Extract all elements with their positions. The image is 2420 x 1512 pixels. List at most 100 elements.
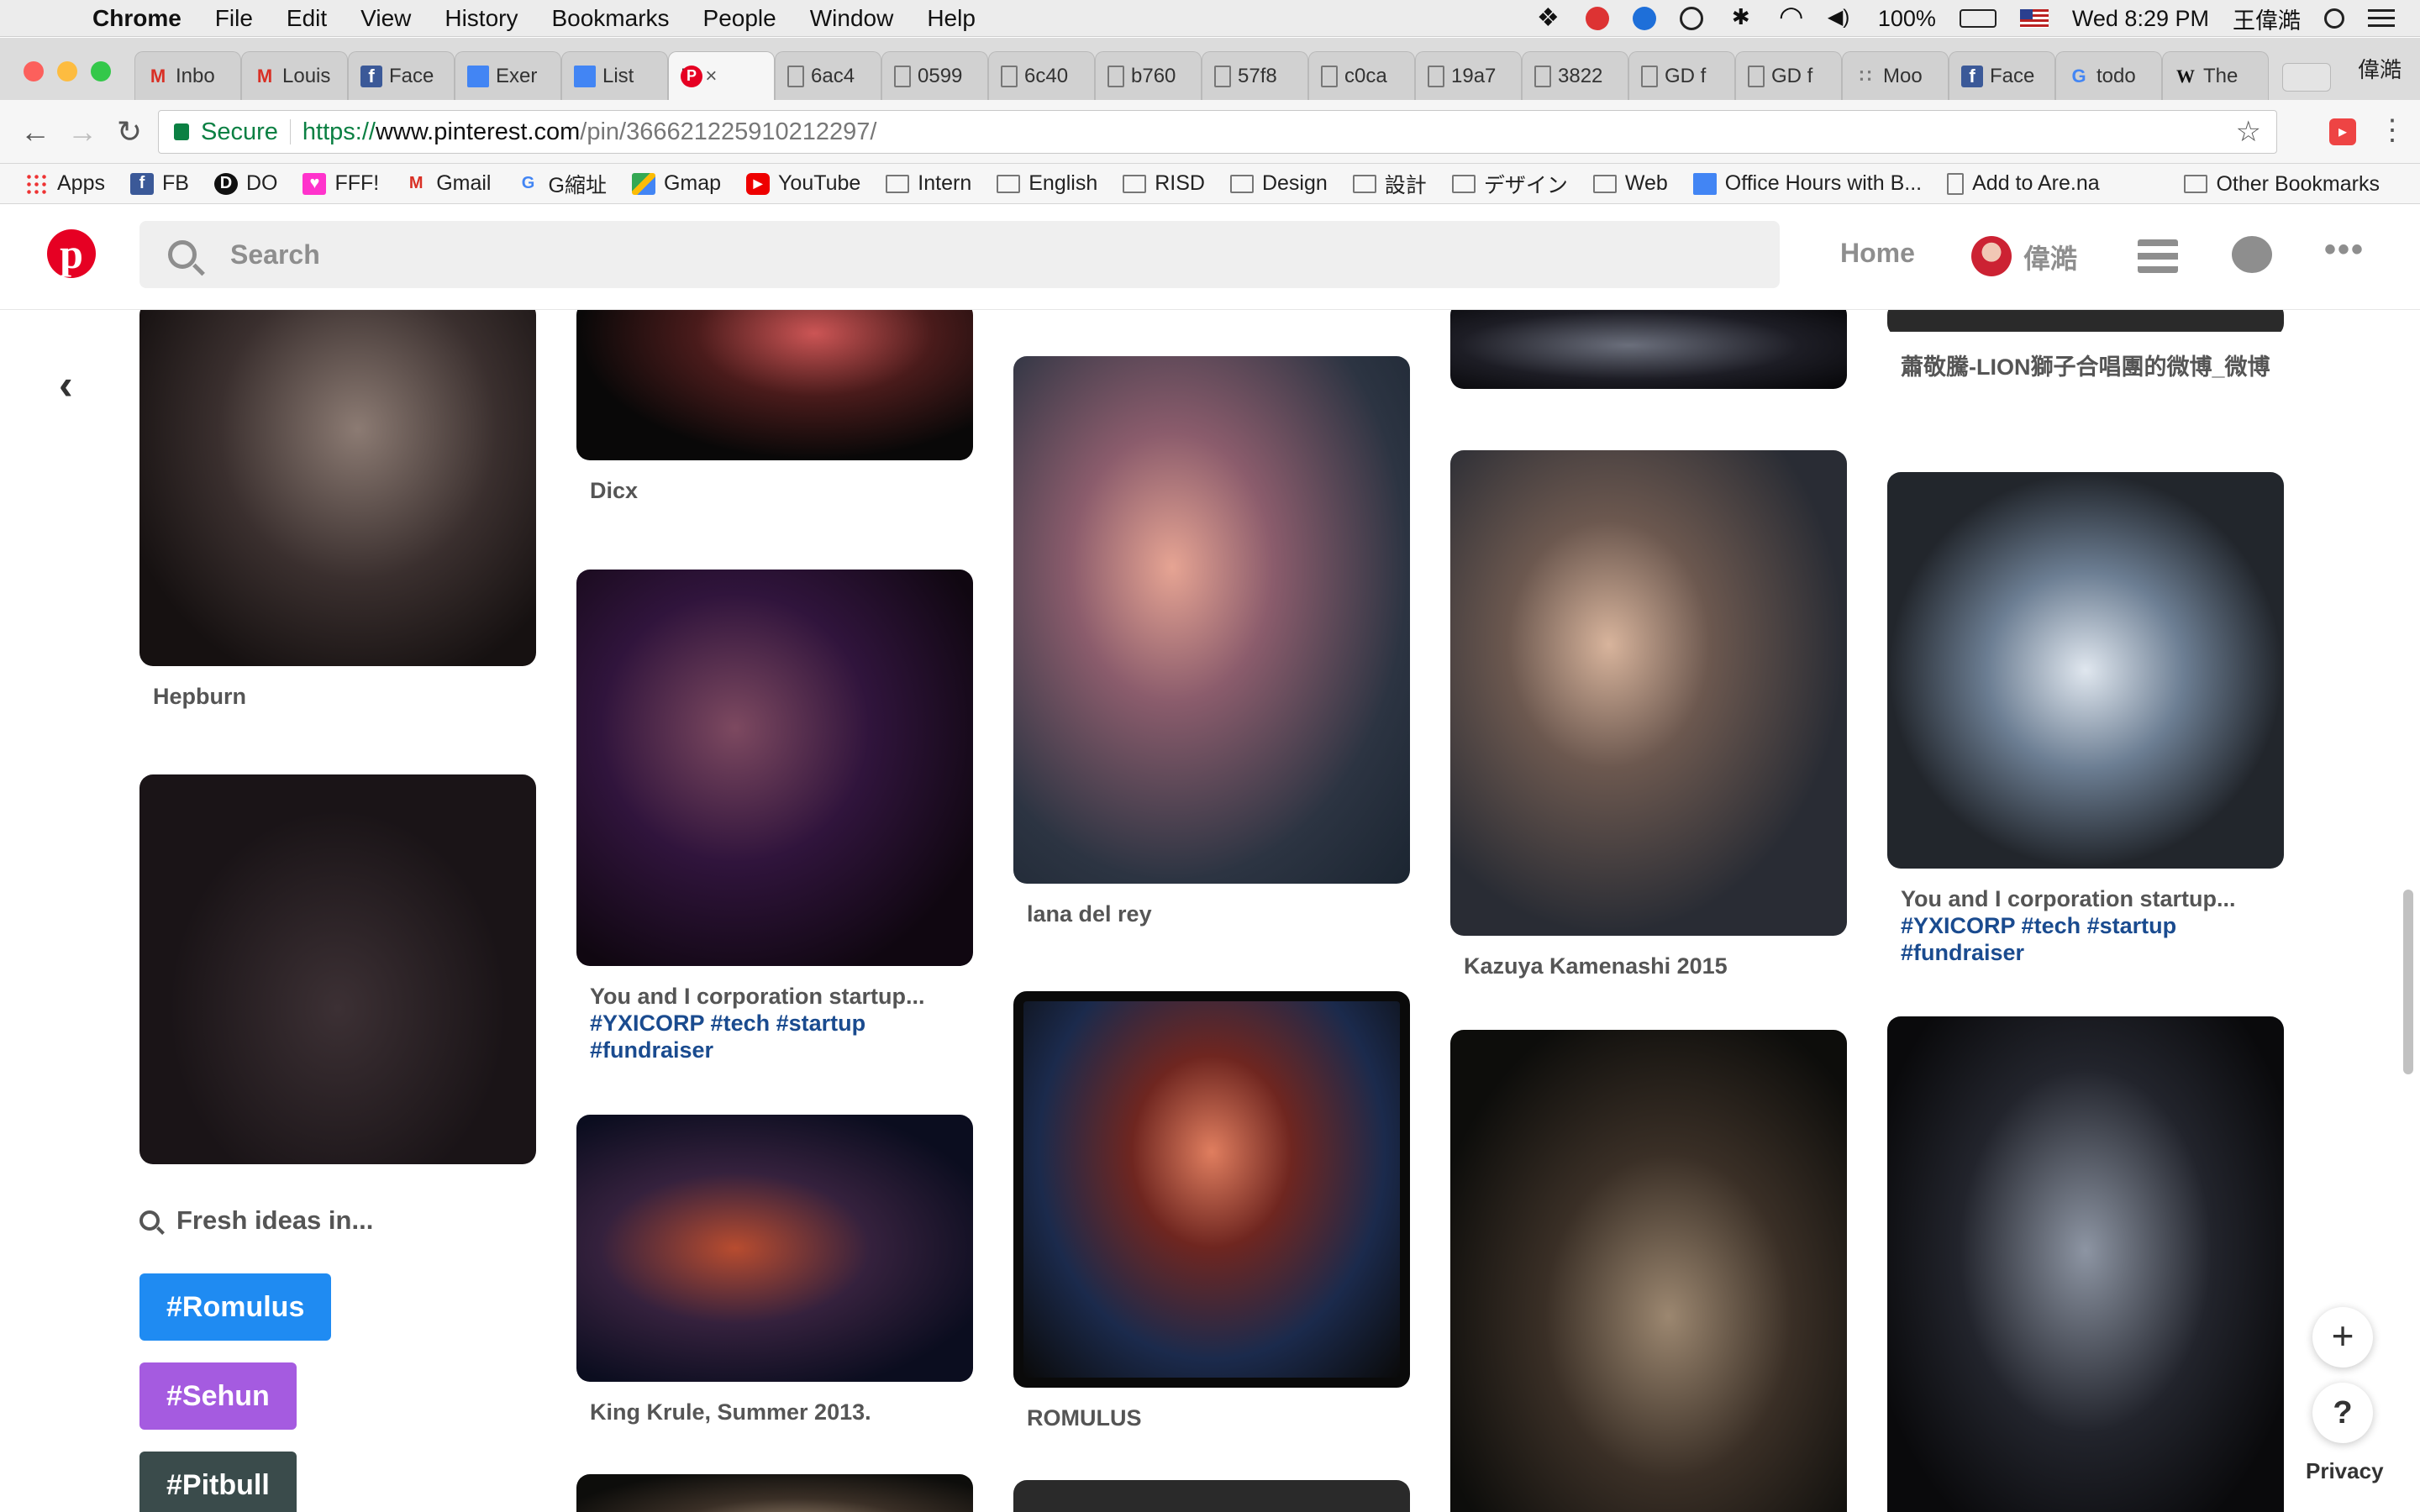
bookmark-item[interactable]: ♥ FFF! bbox=[302, 169, 379, 199]
browser-tab[interactable]: 57f8 bbox=[1202, 51, 1308, 100]
browser-tab[interactable]: Exer bbox=[455, 51, 561, 100]
bookmark-item[interactable]: Office Hours with B... bbox=[1692, 169, 1922, 199]
messages-icon[interactable] bbox=[2232, 236, 2272, 273]
pin-image[interactable] bbox=[139, 310, 536, 666]
time-machine-icon[interactable] bbox=[1679, 7, 1703, 30]
menu-people[interactable]: People bbox=[703, 5, 776, 32]
pin-image[interactable] bbox=[1013, 991, 1410, 1388]
pin-card[interactable] bbox=[1450, 310, 1847, 389]
pin-image[interactable] bbox=[1887, 1016, 2284, 1512]
battery-icon[interactable] bbox=[1959, 9, 1996, 28]
pin-image[interactable] bbox=[1450, 1030, 1847, 1512]
topic-pill-sehun[interactable]: #Sehun bbox=[139, 1362, 297, 1430]
menu-view[interactable]: View bbox=[360, 5, 411, 32]
menu-file[interactable]: File bbox=[215, 5, 253, 32]
reload-icon[interactable]: ↻ bbox=[109, 112, 150, 152]
close-window-button[interactable] bbox=[24, 61, 44, 81]
bookmark-item[interactable]: G G縮址 bbox=[517, 169, 607, 199]
browser-tab[interactable]: b760 bbox=[1095, 51, 1202, 100]
bookmark-item[interactable]: 設計 bbox=[1352, 169, 1427, 199]
menu-user-name[interactable]: 王偉澔 bbox=[2233, 3, 2301, 35]
pin-image[interactable] bbox=[1013, 356, 1410, 884]
spotlight-search-icon[interactable] bbox=[2324, 8, 2344, 29]
bookmark-item[interactable]: デザイン bbox=[1451, 169, 1568, 199]
pin-card[interactable]: ROMULUS bbox=[1013, 991, 1410, 1431]
pin-image[interactable] bbox=[576, 1474, 973, 1512]
pin-image[interactable] bbox=[1887, 472, 2284, 869]
caption-hashtags[interactable]: #YXICORP #tech #startup #fundraiser bbox=[1901, 913, 2176, 965]
add-pin-button[interactable]: + bbox=[2312, 1307, 2373, 1368]
pin-card[interactable]: 蕭敬騰-LION獅子合唱團的微博_微博 bbox=[1887, 310, 2284, 381]
pin-card[interactable]: King Krule, Summer 2013. bbox=[576, 1115, 973, 1425]
avatar[interactable] bbox=[1971, 236, 2012, 276]
pin-image[interactable] bbox=[139, 774, 536, 1164]
bookmark-item[interactable]: M Gmail bbox=[404, 169, 492, 199]
browser-tab[interactable]: 19a7 bbox=[1415, 51, 1522, 100]
wifi-icon[interactable] bbox=[1777, 0, 1804, 34]
bookmark-item[interactable]: ▶ YouTube bbox=[746, 169, 860, 199]
clock-datetime[interactable]: Wed 8:29 PM bbox=[2072, 6, 2209, 32]
browser-tab[interactable]: f Face bbox=[348, 51, 455, 100]
topic-pill-pitbull[interactable]: #Pitbull bbox=[139, 1452, 297, 1512]
forward-arrow-icon[interactable]: → bbox=[62, 112, 103, 152]
bookmark-item[interactable]: Add to Are.na bbox=[1947, 169, 2100, 199]
boards-menu-icon[interactable] bbox=[2138, 239, 2178, 273]
bookmark-item[interactable]: Apps bbox=[25, 169, 105, 199]
close-tab-icon[interactable]: × bbox=[705, 65, 717, 88]
bookmark-item[interactable]: Design bbox=[1229, 169, 1328, 199]
browser-tab[interactable]: GD f bbox=[1735, 51, 1842, 100]
topic-pill-romulus[interactable]: #Romulus bbox=[139, 1273, 332, 1341]
creative-cloud-icon[interactable] bbox=[1585, 7, 1609, 30]
shazam-icon[interactable] bbox=[1632, 7, 1656, 30]
other-bookmarks[interactable]: Other Bookmarks bbox=[2184, 164, 2380, 204]
bookmark-item[interactable]: Web bbox=[1592, 169, 1668, 199]
bluetooth-icon[interactable] bbox=[1727, 4, 1754, 30]
pin-card[interactable]: You and I corporation startup... #YXICOR… bbox=[1887, 472, 2284, 966]
pin-card[interactable] bbox=[576, 1474, 973, 1512]
pin-card[interactable] bbox=[1013, 1480, 1410, 1512]
pin-card[interactable] bbox=[1887, 1016, 2284, 1512]
menu-app-name[interactable]: Chrome bbox=[92, 5, 182, 32]
pin-card[interactable]: You and I corporation startup... #YXICOR… bbox=[576, 570, 973, 1063]
us-flag-input-icon[interactable] bbox=[2019, 9, 2049, 28]
pin-card[interactable]: Kazuya Kamenashi 2015 bbox=[1450, 450, 1847, 979]
home-link[interactable]: Home bbox=[1840, 238, 1915, 269]
browser-tab[interactable]: PPi× bbox=[668, 51, 775, 100]
bookmark-item[interactable]: Intern bbox=[886, 169, 971, 199]
browser-tab[interactable]: W The bbox=[2162, 51, 2269, 100]
bookmark-star-icon[interactable]: ☆ bbox=[2236, 115, 2261, 149]
caption-hashtags[interactable]: #YXICORP #tech #startup #fundraiser bbox=[590, 1011, 865, 1063]
bookmark-item[interactable]: RISD bbox=[1123, 169, 1205, 199]
bookmark-item[interactable]: Gmap bbox=[631, 169, 721, 199]
pinterest-logo-icon[interactable]: p bbox=[47, 229, 96, 278]
search-bar[interactable] bbox=[139, 221, 1780, 288]
extension-icon[interactable]: ▸ bbox=[2329, 118, 2356, 145]
pin-card[interactable] bbox=[1450, 1030, 1847, 1512]
menu-window[interactable]: Window bbox=[810, 5, 894, 32]
menu-bookmarks[interactable]: Bookmarks bbox=[551, 5, 669, 32]
profile-link[interactable]: 偉澔 bbox=[2023, 238, 2077, 276]
pin-image[interactable] bbox=[576, 310, 973, 460]
browser-tab[interactable]: 3822 bbox=[1522, 51, 1628, 100]
browser-tab[interactable]: f Face bbox=[1949, 51, 2055, 100]
help-button[interactable]: ? bbox=[2312, 1383, 2373, 1443]
pin-card[interactable] bbox=[139, 774, 536, 1164]
pin-card[interactable]: lana del rey bbox=[1013, 356, 1410, 927]
more-options-icon[interactable]: ••• bbox=[2324, 231, 2365, 269]
browser-tab[interactable]: 6ac4 bbox=[775, 51, 881, 100]
menu-history[interactable]: History bbox=[445, 5, 518, 32]
volume-icon[interactable] bbox=[1828, 5, 1854, 30]
browser-tab[interactable]: M Louis bbox=[241, 51, 348, 100]
pin-image[interactable] bbox=[576, 570, 973, 966]
search-input[interactable] bbox=[230, 239, 1659, 270]
back-chevron-icon[interactable]: ‹ bbox=[59, 360, 92, 411]
address-bar[interactable]: Secure https://www.pinterest.com/pin/366… bbox=[158, 110, 2277, 154]
pin-card[interactable]: Dicx bbox=[576, 310, 973, 504]
browser-tab[interactable]: c0ca bbox=[1308, 51, 1415, 100]
browser-tab[interactable]: ∷ Moo bbox=[1842, 51, 1949, 100]
browser-tab[interactable]: 6c40 bbox=[988, 51, 1095, 100]
pin-image[interactable] bbox=[1450, 310, 1847, 389]
bookmark-item[interactable]: English bbox=[997, 169, 1097, 199]
pin-image[interactable] bbox=[1013, 1480, 1410, 1512]
pin-card[interactable]: Hepburn bbox=[139, 310, 536, 710]
